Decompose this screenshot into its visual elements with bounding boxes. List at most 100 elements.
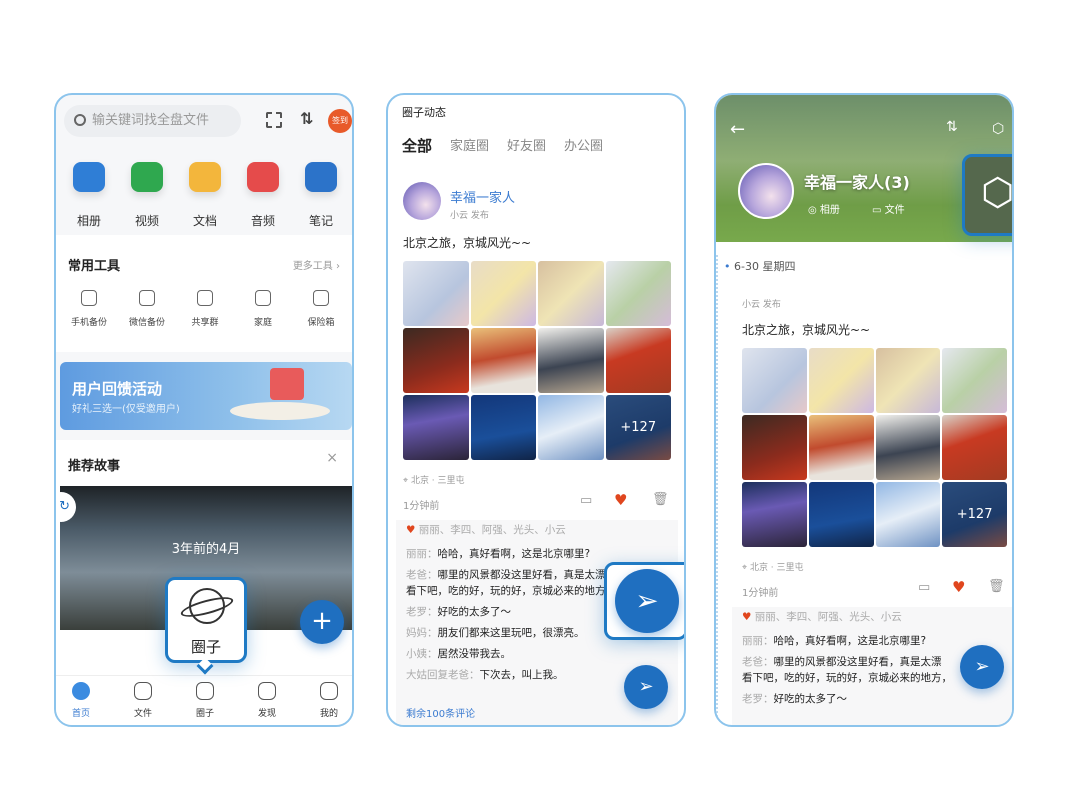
photo-thumbnail[interactable] xyxy=(808,348,874,413)
photo-thumbnail[interactable]: +127 xyxy=(942,482,1007,547)
planet-icon xyxy=(196,682,214,700)
like-heart-icon: ♥ xyxy=(742,611,755,623)
add-button[interactable]: + xyxy=(300,600,344,644)
photo-thumbnail[interactable] xyxy=(538,261,604,326)
photo-thumbnail[interactable] xyxy=(538,395,604,460)
album-link[interactable]: ◎ 相册 xyxy=(808,201,840,216)
category-label: 笔记 xyxy=(308,214,333,228)
like-heart-icon[interactable]: ♥ xyxy=(614,491,627,509)
tool-item[interactable]: 共享群 xyxy=(177,290,233,328)
feedback-banner[interactable]: 用户回馈活动 好礼三选一(仅受邀用户) xyxy=(60,362,352,430)
tool-item[interactable]: 微信备份 xyxy=(119,290,175,328)
remaining-comments-link[interactable]: 剩余100条评论 xyxy=(406,705,475,720)
photo-thumbnail[interactable] xyxy=(875,415,941,480)
tool-icon xyxy=(81,290,97,306)
search-input[interactable]: 输关键词找全盘文件 xyxy=(64,105,241,137)
sort-icon[interactable]: ⇅ xyxy=(300,109,313,128)
send-button[interactable]: ➢ xyxy=(960,645,1004,689)
like-heart-icon[interactable]: ♥ xyxy=(952,578,965,596)
photo-thumbnail[interactable] xyxy=(605,328,671,393)
category-音频[interactable]: 音频 xyxy=(235,162,291,229)
tool-item[interactable]: 手机备份 xyxy=(61,290,117,328)
photo-thumbnail[interactable] xyxy=(470,395,536,460)
tab-好友圈[interactable]: 好友圈 xyxy=(507,135,546,156)
photo-thumbnail[interactable] xyxy=(403,328,469,393)
photo-thumbnail[interactable]: +127 xyxy=(605,395,671,460)
poster: 小云 发布 xyxy=(742,300,781,310)
category-icon xyxy=(131,162,163,192)
circle-avatar[interactable] xyxy=(403,182,441,220)
tool-item[interactable]: 家庭 xyxy=(235,290,291,328)
photo-thumbnail[interactable] xyxy=(742,415,807,480)
photo-thumbnail[interactable] xyxy=(470,328,536,393)
close-icon[interactable]: × xyxy=(326,450,338,466)
category-文档[interactable]: 文档 xyxy=(177,162,233,229)
photo-thumbnail[interactable] xyxy=(942,348,1007,413)
checkin-badge[interactable]: 签到 xyxy=(328,109,352,133)
circle-name[interactable]: 幸福一家人 xyxy=(450,187,515,206)
settings-callout[interactable]: ⬡ xyxy=(962,154,1012,236)
more-tools-link[interactable]: 更多工具 › xyxy=(293,257,340,272)
comment-author: 老爸： xyxy=(742,656,774,668)
photo-thumbnail[interactable] xyxy=(742,482,807,547)
category-label: 音频 xyxy=(250,214,275,228)
photo-thumbnail[interactable] xyxy=(538,328,604,393)
nav-item-圈子[interactable]: 圈子 xyxy=(185,682,225,719)
comment-author: 丽丽： xyxy=(742,635,774,647)
comment-text: 居然没带我去。 xyxy=(437,648,512,660)
comment-author: 老罗： xyxy=(742,693,774,705)
photo-thumbnail[interactable] xyxy=(808,415,874,480)
tool-icon xyxy=(255,290,271,306)
send-callout[interactable]: ➢ xyxy=(604,562,684,640)
comment-text: 哪里的风景都没这里好看，真是太漂 xyxy=(437,569,606,581)
tab-全部[interactable]: 全部 xyxy=(402,135,432,156)
category-相册[interactable]: 相册 xyxy=(61,162,117,229)
settings-icon[interactable]: ⬡ xyxy=(992,121,1004,137)
photo-thumbnail[interactable] xyxy=(875,348,941,413)
comment-icon[interactable]: ▭ xyxy=(918,580,930,595)
category-icon xyxy=(73,162,105,192)
photo-thumbnail[interactable] xyxy=(403,395,469,460)
send-icon: ➢ xyxy=(615,569,679,633)
comment-author: 老罗： xyxy=(406,606,438,618)
post-time: 1分钟前 xyxy=(742,588,779,599)
category-视频[interactable]: 视频 xyxy=(119,162,175,229)
nav-label: 圈子 xyxy=(195,709,214,719)
tab-家庭圈[interactable]: 家庭圈 xyxy=(450,135,489,156)
likers: 丽丽、李四、阿强、光头、小云 xyxy=(418,524,566,536)
folder-icon xyxy=(134,682,152,700)
delete-icon[interactable]: 🗑 xyxy=(652,492,669,507)
delete-icon[interactable]: 🗑 xyxy=(988,579,1005,594)
photo-thumbnail[interactable] xyxy=(875,482,941,547)
comment-text: 好吃的太多了～ xyxy=(773,693,848,705)
like-heart-icon: ♥ xyxy=(406,524,419,536)
nav-item-发现[interactable]: 发现 xyxy=(247,682,287,719)
photo-thumbnail[interactable] xyxy=(808,482,874,547)
photo-thumbnail[interactable] xyxy=(942,415,1007,480)
nav-item-我的[interactable]: 我的 xyxy=(309,682,349,719)
photo-thumbnail[interactable] xyxy=(403,261,469,326)
tool-item[interactable]: 保险箱 xyxy=(293,290,349,328)
comment-text: 朋友们都来这里玩吧，很漂亮。 xyxy=(437,627,585,639)
send-button[interactable]: ➢ xyxy=(624,665,668,709)
tab-办公圈[interactable]: 办公圈 xyxy=(564,135,603,156)
nav-item-首页[interactable]: 首页 xyxy=(61,682,101,719)
back-arrow-icon[interactable]: ← xyxy=(730,119,745,140)
circle-tabs: 全部 家庭圈 好友圈 办公圈 xyxy=(402,135,603,156)
category-笔记[interactable]: 笔记 xyxy=(293,162,349,229)
category-label: 相册 xyxy=(76,214,101,228)
category-label: 文档 xyxy=(192,214,217,228)
nav-item-文件[interactable]: 文件 xyxy=(123,682,163,719)
circle-callout[interactable]: 圈子 xyxy=(165,577,247,663)
files-link[interactable]: ▭ 文件 xyxy=(872,201,905,216)
photo-thumbnail[interactable] xyxy=(605,261,671,326)
sort-icon[interactable]: ⇅ xyxy=(946,119,958,135)
photo-thumbnail[interactable] xyxy=(742,348,807,413)
comment-icon[interactable]: ▭ xyxy=(580,493,592,508)
photo-thumbnail[interactable] xyxy=(470,261,536,326)
tool-label: 家庭 xyxy=(253,318,272,328)
date-label: • 6-30 星期四 xyxy=(724,260,796,273)
story-title: 推荐故事 xyxy=(68,459,121,474)
comment-author: 小姨： xyxy=(406,648,438,660)
scan-icon[interactable] xyxy=(266,112,282,128)
